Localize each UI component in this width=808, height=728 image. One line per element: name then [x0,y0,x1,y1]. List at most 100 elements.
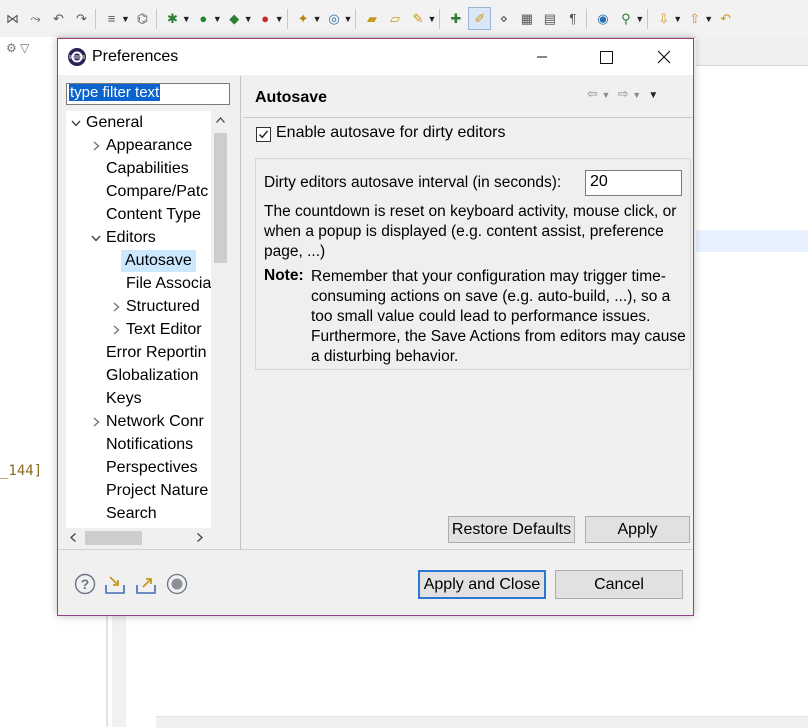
list-icon[interactable]: ≡ [101,8,122,29]
page-navigation: ⇦ ▼ ⇨ ▼ ▼ [587,86,658,102]
ide-view-menu-icon[interactable]: ⚙ ▽ [6,41,29,55]
restore-defaults-button[interactable]: Restore Defaults [448,516,575,543]
enable-autosave-label[interactable]: Enable autosave for dirty editors [276,124,505,142]
tree-item-compare-patc[interactable]: Compare/Patc [103,181,211,203]
chevron-down-icon[interactable]: ▼ [635,14,644,24]
sash-divider[interactable] [240,76,241,550]
pin-icon[interactable]: ✚ [445,8,466,29]
collapse-chevron-right-icon[interactable] [90,411,102,433]
prev-annotation-icon[interactable]: ⇧ [684,8,705,29]
chevron-down-icon[interactable]: ▼ [313,14,322,24]
tree-item-keys[interactable]: Keys [103,388,145,410]
close-button[interactable] [641,39,687,75]
cancel-button[interactable]: Cancel [555,570,683,599]
debug-icon[interactable]: ✱ [162,8,183,29]
brush-icon[interactable]: ✎ [407,8,428,29]
svg-text:?: ? [81,576,90,592]
tree-item-appearance[interactable]: Appearance [103,135,195,157]
scroll-up-icon[interactable] [216,117,225,123]
search-icon[interactable]: ⚲ [615,8,636,29]
record-icon[interactable] [166,573,188,595]
interval-input[interactable]: 20 [585,170,682,196]
minimize-button[interactable] [519,39,565,75]
ide-horizontal-scrollbar[interactable] [156,716,808,728]
globe-icon[interactable]: ◉ [592,8,613,29]
chevron-down-icon[interactable]: ▼ [182,14,191,24]
pilcrow-icon[interactable]: ¶ [562,8,583,29]
tree-item-globalization[interactable]: Globalization [103,365,202,387]
tree-horizontal-thumb[interactable] [85,531,142,545]
tree-item-capabilities[interactable]: Capabilities [103,158,192,180]
tree-horizontal-scrollbar[interactable] [66,528,230,548]
chevron-down-icon[interactable]: ▼ [344,14,353,24]
apply-and-close-button[interactable]: Apply and Close [418,570,546,599]
block-select-icon[interactable]: ▦ [516,8,537,29]
view-menu-icon[interactable]: ▼ [648,90,658,101]
collapse-chevron-right-icon[interactable] [90,135,102,157]
tree-item-notifications[interactable]: Notifications [103,434,196,456]
title-bar[interactable]: Preferences [58,39,693,75]
export-icon[interactable] [135,573,157,595]
preferences-tree[interactable]: General Appearance Capabilities Compare/Pat… [66,111,230,548]
import-icon[interactable] [104,573,126,595]
tree-item-autosave[interactable]: Autosave [121,250,196,272]
tree-item-structured[interactable]: Structured [123,296,203,318]
forward-menu-chevron-icon[interactable]: ▼ [632,90,641,100]
open-folder-icon[interactable]: ▰ [361,8,382,29]
collapse-chevron-right-icon[interactable] [110,319,122,341]
whitespace-icon[interactable]: ▤ [539,8,560,29]
tree-item-file-associa[interactable]: File Associa [123,273,214,295]
tree-item-network-conr[interactable]: Network Conr [103,411,207,433]
tree-item-editors[interactable]: Editors [103,227,159,249]
chevron-down-icon[interactable]: ▼ [121,14,130,24]
run-icon[interactable]: ● [193,8,214,29]
expand-chevron-down-icon[interactable] [90,227,102,249]
note-text: Remember that your configuration may tri… [311,268,686,365]
tree-vertical-thumb[interactable] [214,133,227,263]
preferences-dialog: Preferences type filter text General Appe… [57,38,694,616]
scroll-left-icon[interactable] [70,533,76,542]
highlight-icon[interactable]: ✐ [468,7,492,30]
enable-autosave-checkbox[interactable] [256,127,271,142]
maximize-button[interactable] [583,39,629,75]
toolbar-separator [286,8,288,29]
redo-icon[interactable]: ↷ [71,8,92,29]
skip-icon[interactable]: ⋈ [2,8,23,29]
new-project-icon[interactable]: ✦ [293,8,314,29]
annotation-icon[interactable]: ⋄ [493,8,514,29]
expand-chevron-down-icon[interactable] [70,112,82,134]
tree-vertical-scrollbar[interactable] [211,111,230,548]
chevron-down-icon[interactable]: ▼ [673,14,682,24]
next-annotation-icon[interactable]: ⇩ [653,8,674,29]
undo-icon[interactable]: ↶ [48,8,69,29]
toolbar-separator [439,8,441,29]
tree-item-general[interactable]: General [83,112,146,134]
tree-item-search[interactable]: Search [103,503,160,525]
step-icon[interactable]: ⤳ [25,8,46,29]
chevron-down-icon[interactable]: ▼ [704,14,713,24]
new-class-icon[interactable]: ◎ [324,8,345,29]
tree-item-content-type[interactable]: Content Type [103,204,204,226]
collapse-chevron-right-icon[interactable] [110,296,122,318]
filter-input[interactable]: type filter text [66,83,230,105]
tree-item-text-editor[interactable]: Text Editor [123,319,205,341]
stop-icon[interactable]: ● [255,8,276,29]
tree-item-project-nature[interactable]: Project Nature [103,480,211,502]
back-arrow-icon[interactable]: ⇦ [587,86,598,101]
tree-item-error-reportin[interactable]: Error Reportin [103,342,209,364]
help-icon[interactable]: ? [74,573,96,595]
forward-arrow-icon[interactable]: ⇨ [618,86,629,101]
button-bar-separator [58,549,693,550]
back-menu-chevron-icon[interactable]: ▼ [602,90,611,100]
apply-button[interactable]: Apply [585,516,690,543]
scroll-right-icon[interactable] [197,533,203,542]
chevron-down-icon[interactable]: ▼ [213,14,222,24]
chevron-down-icon[interactable]: ▼ [275,14,284,24]
chevron-down-icon[interactable]: ▼ [244,14,253,24]
tree-item-perspectives[interactable]: Perspectives [103,457,201,479]
chevron-down-icon[interactable]: ▼ [427,14,436,24]
hierarchy-icon[interactable]: ⌬ [132,8,153,29]
open-file-icon[interactable]: ▱ [384,8,405,29]
external-tools-icon[interactable]: ◆ [224,8,245,29]
back-icon[interactable]: ↶ [715,8,736,29]
